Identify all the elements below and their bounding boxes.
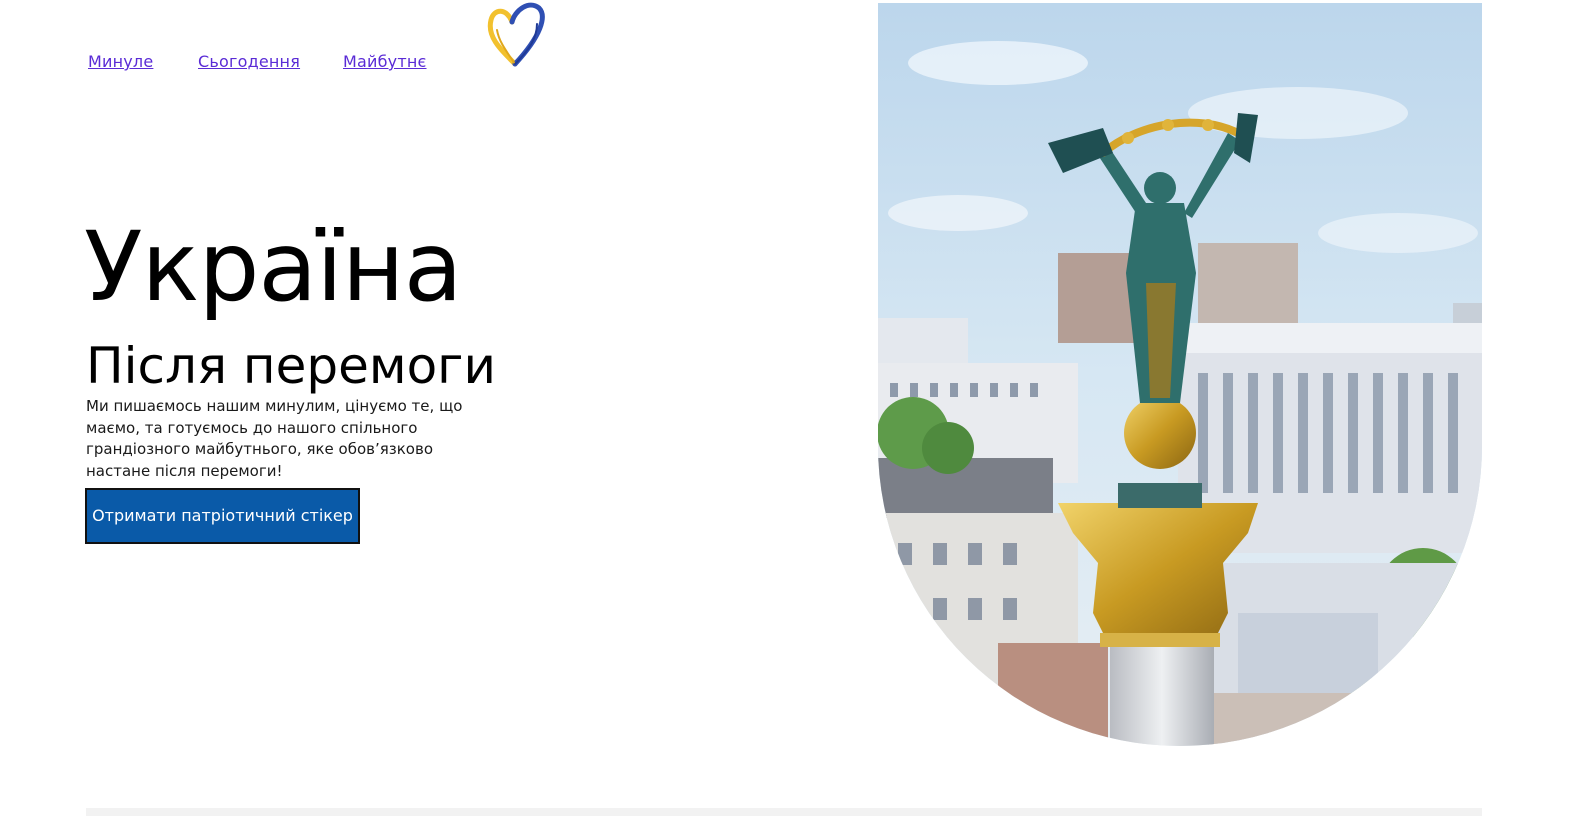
nav-link-present[interactable]: Сьогодення	[198, 52, 300, 72]
kyiv-independence-monument-photo	[878, 3, 1482, 746]
hero-description: Ми пишаємось нашим минулим, цінуємо те, …	[86, 397, 463, 480]
nav-link-past[interactable]: Минуле	[88, 52, 153, 72]
hero-title: Україна	[84, 211, 463, 323]
footer-divider	[86, 808, 1482, 816]
heart-logo-icon[interactable]	[485, 0, 547, 70]
get-sticker-button[interactable]: Отримати патріотичний стікер	[85, 488, 360, 544]
heart-logo-graphic	[487, 2, 545, 67]
monument-photo-illustration	[878, 3, 1482, 746]
hero-subtitle: Після перемоги	[86, 337, 496, 395]
nav-link-future[interactable]: Майбутнє	[343, 52, 427, 72]
main-nav: Минуле Сьогодення Майбутнє	[0, 0, 760, 90]
